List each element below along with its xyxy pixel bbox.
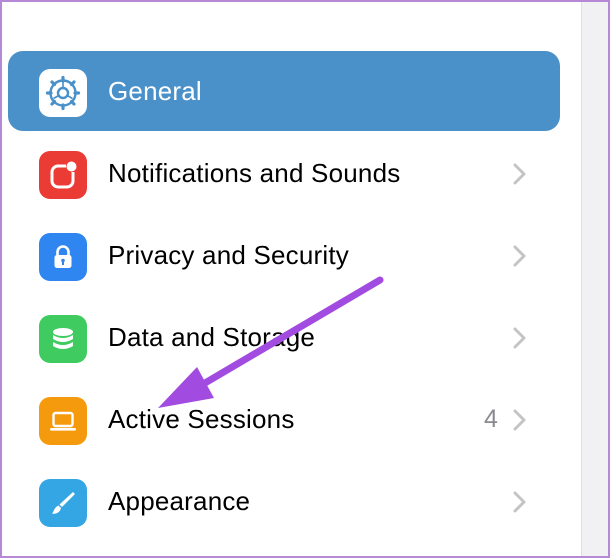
sidebar-item-appearance[interactable]: Appearance [8,461,560,541]
chevron-right-icon [513,327,526,349]
sidebar-item-data-storage[interactable]: Data and Storage [8,297,560,377]
chevron-right-icon [513,245,526,267]
settings-sidebar: General Notifications and Sounds Privacy… [0,0,581,558]
database-icon [39,315,87,363]
lock-icon [39,233,87,281]
chevron-right-icon [513,409,526,431]
chevron-right-icon [513,491,526,513]
detail-pane [581,0,610,558]
sidebar-item-label: Notifications and Sounds [108,158,401,188]
notification-badge-icon [39,151,87,199]
sidebar-item-privacy[interactable]: Privacy and Security [8,215,560,295]
sidebar-item-notifications[interactable]: Notifications and Sounds [8,133,560,213]
chevron-right-icon [513,163,526,185]
sidebar-item-label: Appearance [108,486,251,516]
sidebar-item-label: General [108,76,202,106]
sidebar-item-label: Active Sessions [108,404,295,434]
session-count-badge: 4 [484,405,498,433]
laptop-icon [39,397,87,445]
gear-icon [39,69,87,117]
sidebar-item-label: Data and Storage [108,322,316,352]
brush-icon [39,479,87,527]
sidebar-item-active-sessions[interactable]: Active Sessions 4 [8,379,560,459]
sidebar-item-general[interactable]: General [8,51,560,131]
sidebar-item-label: Privacy and Security [108,240,349,270]
